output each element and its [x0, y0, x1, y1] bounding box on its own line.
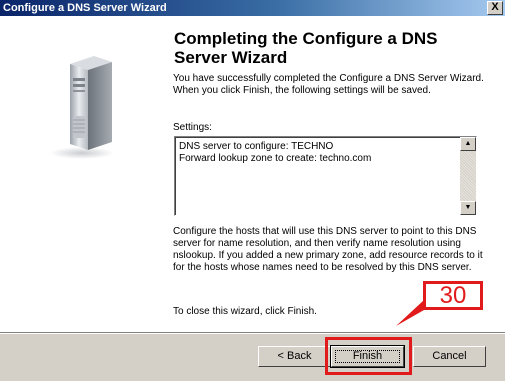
- settings-line: DNS server to configure: TECHNO: [179, 141, 334, 152]
- settings-line: Forward lookup zone to create: techno.co…: [179, 153, 372, 164]
- back-button[interactable]: < Back: [258, 346, 331, 367]
- window-title: Configure a DNS Server Wizard: [3, 2, 167, 14]
- scroll-up-arrow-icon: ▲: [464, 140, 472, 147]
- settings-listbox[interactable]: DNS server to configure: TECHNO Forward …: [174, 136, 477, 216]
- intro-text: You have successfully completed the Conf…: [173, 73, 484, 96]
- page-title: Completing the Configure a DNS Server Wi…: [174, 29, 438, 67]
- close-icon: X: [491, 1, 499, 13]
- separator-highlight: [0, 333, 505, 334]
- step-number-badge: 30: [423, 281, 483, 310]
- wizard-window: Configure a DNS Server Wizard X Completi…: [0, 0, 505, 381]
- scroll-up-button[interactable]: ▲: [460, 137, 476, 151]
- settings-text: DNS server to configure: TECHNO Forward …: [179, 141, 449, 165]
- title-bar: Configure a DNS Server Wizard X: [0, 0, 505, 16]
- instructions-text: Configure the hosts that will use this D…: [173, 226, 483, 273]
- settings-label: Settings:: [173, 122, 212, 133]
- close-button[interactable]: X: [487, 1, 503, 15]
- button-bar: < Back Finish Cancel: [0, 332, 505, 381]
- cancel-button[interactable]: Cancel: [413, 346, 486, 367]
- server-tower-icon: [50, 56, 114, 159]
- vertical-scrollbar[interactable]: ▲ ▼: [460, 137, 476, 215]
- finish-highlight-box: [325, 337, 412, 375]
- scroll-down-button[interactable]: ▼: [460, 201, 476, 215]
- scroll-down-arrow-icon: ▼: [464, 204, 472, 211]
- wizard-side-panel: [0, 16, 165, 332]
